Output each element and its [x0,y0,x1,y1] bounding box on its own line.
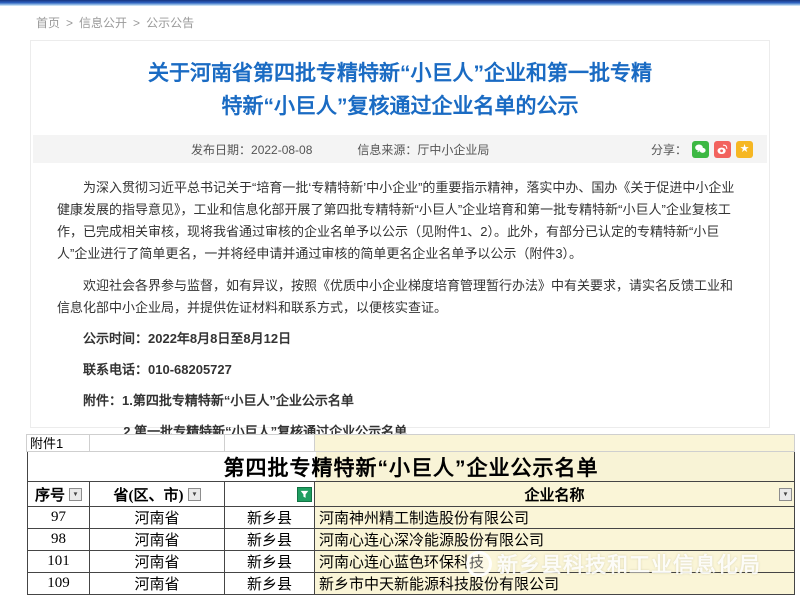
cell-company: 河南心连心深冷能源股份有限公司 [315,529,795,551]
cell-company: 河南心连心蓝色环保科技 [315,551,795,573]
filter-dropdown-icon[interactable] [188,488,201,501]
header-cell-company: 企业名称 [315,482,795,507]
info-source: 信息来源：厅中小企业局 [357,141,489,158]
wechat-icon[interactable] [692,141,709,158]
breadcrumb-public-notice[interactable]: 公示公告 [146,16,194,30]
cell-province: 河南省 [90,573,225,595]
weibo-icon[interactable] [714,141,731,158]
cell-county: 新乡县 [225,551,315,573]
article-meta-bar: 发布日期：2022-08-08 信息来源：厅中小企业局 分享： ★ [33,135,767,163]
page-title: 关于河南省第四批专精特新“小巨人”企业和第一批专精特新“小巨人”复核通过企业名单… [138,57,662,123]
header-cell-seq: 序号 [27,482,90,507]
cell-company: 新乡市中天新能源科技股份有限公司 [315,573,795,595]
cell-county: 新乡县 [225,507,315,529]
cell-seq: 101 [27,551,90,573]
breadcrumb: 首页 > 信息公开 > 公示公告 [36,14,194,31]
breadcrumb-separator: > [133,16,140,30]
paragraph: 欢迎社会各界参与监督，如有异议，按照《优质中小企业梯度培育管理暂行办法》中有关要… [57,275,743,319]
cell-county: 新乡县 [225,529,315,551]
sheet-empty-cell [224,434,315,452]
paragraph: 为深入贯彻习近平总书记关于“培育一批‘专精特新’中小企业”的重要指示精神，落实中… [57,177,743,265]
article-container: 关于河南省第四批专精特新“小巨人”企业和第一批专精特新“小巨人”复核通过企业名单… [30,40,770,428]
cell-county: 新乡县 [225,573,315,595]
cell-company: 河南神州精工制造股份有限公司 [315,507,795,529]
sheet-header-row: 序号 省(区、市) 企业名称 [27,482,795,507]
filter-dropdown-icon[interactable] [779,488,792,501]
active-filter-funnel-icon[interactable] [297,487,312,502]
contact-phone: 联系电话：010-68205727 [57,359,743,381]
header-label: 省(区、市) [114,484,184,505]
sheet-empty-cell [89,434,225,452]
cell-province: 河南省 [90,551,225,573]
cell-seq: 109 [27,573,90,595]
sheet-corner-row: 附件1 [27,435,795,452]
breadcrumb-info-disclosure[interactable]: 信息公开 [79,16,127,30]
table-row: 98 河南省 新乡县 河南心连心深冷能源股份有限公司 [27,529,795,551]
sheet-title: 第四批专精特新“小巨人”企业公示名单 [224,452,599,482]
breadcrumb-home[interactable]: 首页 [36,16,60,30]
attachment-spreadsheet: 附件1 第四批专精特新“小巨人”企业公示名单 序号 省(区、市) 企业名称 97… [27,435,795,595]
header-cell-province: 省(区、市) [90,482,225,507]
publicity-period: 公示时间：2022年8月8日至8月12日 [57,328,743,350]
sheet-empty-cell [314,434,795,452]
share-group: 分享： ★ [651,141,753,158]
table-row: 109 河南省 新乡县 新乡市中天新能源科技股份有限公司 [27,573,795,595]
table-row: 97 河南省 新乡县 河南神州精工制造股份有限公司 [27,507,795,529]
header-label: 企业名称 [524,484,584,505]
favorite-star-icon[interactable]: ★ [736,141,753,158]
sheet-corner-label: 附件1 [26,434,90,452]
header-label: 序号 [35,484,65,505]
sheet-title-row: 第四批专精特新“小巨人”企业公示名单 [27,451,795,482]
attachment-line-1: 附件：1.第四批专精特新“小巨人”企业公示名单 [57,390,743,412]
cell-seq: 98 [27,529,90,551]
share-label: 分享： [651,141,687,158]
attachments-label: 附件： [83,393,122,408]
filter-dropdown-icon[interactable] [69,488,82,501]
top-nav-bar-edge [0,0,800,6]
header-cell-county [225,482,315,507]
cell-province: 河南省 [90,507,225,529]
attachment-link-1[interactable]: 1.第四批专精特新“小巨人”企业公示名单 [122,393,354,408]
cell-seq: 97 [27,507,90,529]
cell-province: 河南省 [90,529,225,551]
breadcrumb-separator: > [66,16,73,30]
publish-date: 发布日期：2022-08-08 [191,141,312,158]
table-row: 101 河南省 新乡县 河南心连心蓝色环保科技 [27,551,795,573]
